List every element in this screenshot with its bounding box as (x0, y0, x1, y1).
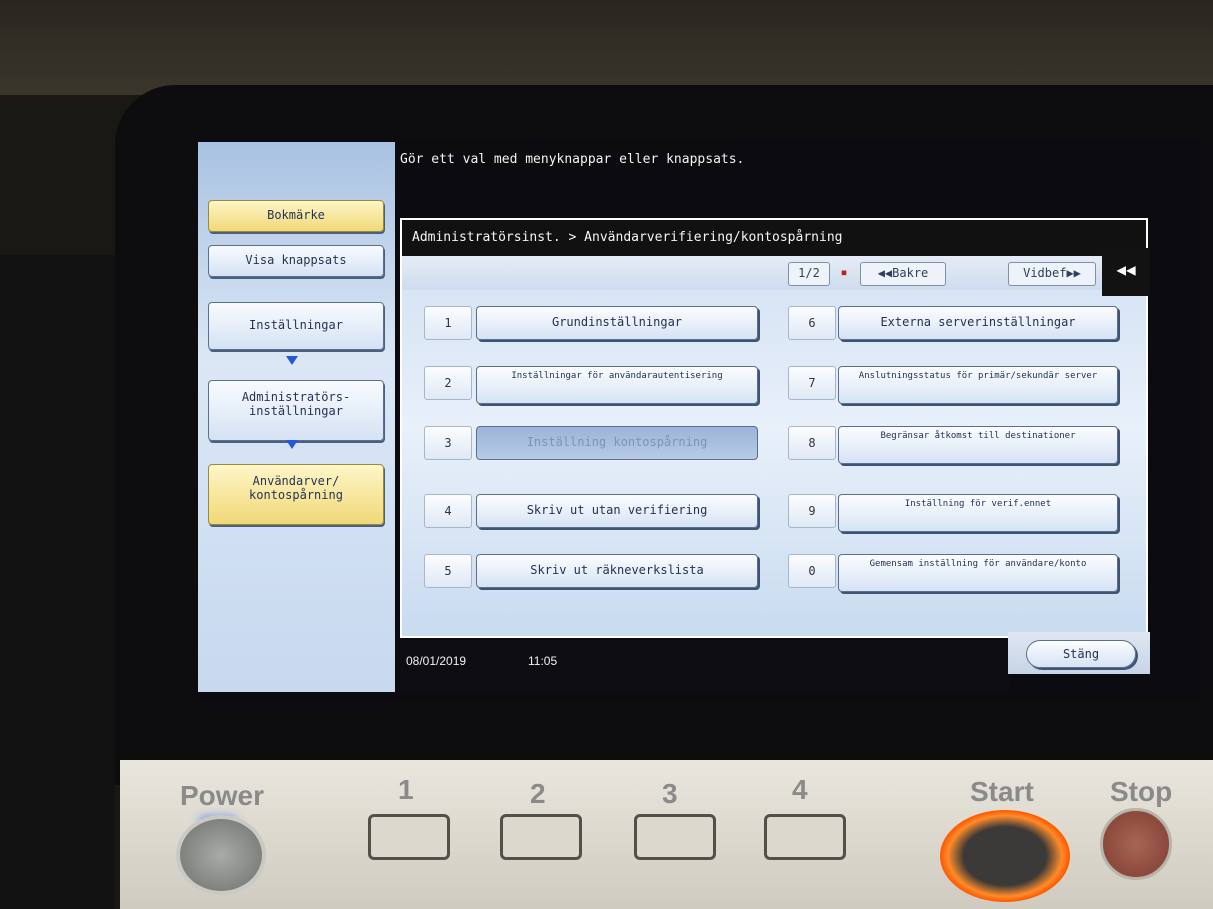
stop-button[interactable] (1100, 808, 1172, 880)
show-keypad-button[interactable]: Visa knappsats (208, 245, 384, 277)
prev-page-button[interactable]: ◀◀Bakre (860, 262, 946, 286)
key-3-label: 3 (662, 778, 678, 809)
arrow-down-icon (286, 356, 298, 365)
user-auth-button[interactable]: Användarver/ kontospårning (208, 464, 384, 525)
menu-basic-settings[interactable]: Grundinställningar (476, 306, 758, 340)
close-area: Stäng (1008, 632, 1150, 674)
menu-user-auth-settings[interactable]: Inställningar för användarautentisering (476, 366, 758, 404)
menu-number: 1 (424, 306, 472, 340)
settings-button[interactable]: Inställningar (208, 302, 384, 350)
sidebar: Bokmärke Visa knappsats Inställningar Ad… (198, 142, 395, 692)
menu-number: 7 (788, 366, 836, 400)
menu-number: 8 (788, 426, 836, 460)
menu-account-track-settings[interactable]: Inställning kontospårning (476, 426, 758, 460)
separator-icon: ▪ (840, 265, 848, 279)
menu-server-connection-status[interactable]: Anslutningsstatus för primär/sekundär se… (838, 366, 1118, 404)
key-1-label: 1 (398, 774, 414, 805)
menu-common-user-account-settings[interactable]: Gemensam inställning för användare/konto (838, 554, 1118, 592)
menu-restrict-destination-access[interactable]: Begränsar åtkomst till destinationer (838, 426, 1118, 464)
menu-number: 9 (788, 494, 836, 528)
menu-number: 0 (788, 554, 836, 588)
key-4-label: 4 (792, 774, 808, 805)
next-page-button[interactable]: Vidbef▶▶ (1008, 262, 1096, 286)
start-button[interactable] (940, 810, 1070, 902)
hardware-key-2[interactable] (500, 814, 582, 860)
power-button[interactable] (176, 815, 266, 895)
main-panel: Administratörsinst. > Användarverifierin… (400, 218, 1148, 638)
menu-number: 2 (424, 366, 472, 400)
instruction-text: Gör ett val med menyknappar eller knapps… (400, 152, 745, 167)
menu-number: 6 (788, 306, 836, 340)
hardware-key-4[interactable] (764, 814, 846, 860)
menu-print-counter-list[interactable]: Skriv ut räkneverkslista (476, 554, 758, 588)
status-bar: 08/01/2019 11:05 (400, 640, 1010, 692)
admin-settings-button[interactable]: Administratörs- inställningar (208, 380, 384, 441)
menu-verification-unit-settings[interactable]: Inställning för verif.ennet (838, 494, 1118, 532)
page-indicator: 1/2 (788, 262, 830, 286)
stop-label: Stop (1110, 776, 1173, 807)
hardware-key-3[interactable] (634, 814, 716, 860)
device-left-edge (0, 255, 115, 909)
status-date: 08/01/2019 (406, 654, 467, 668)
arrow-down-icon (286, 440, 298, 449)
paging-bar: 1/2 ▪ ◀◀Bakre Vidbef▶▶ (402, 256, 1146, 290)
device-top (0, 0, 1213, 95)
status-time: 11:05 (528, 654, 558, 668)
collapse-panel-button[interactable]: ◀◀ (1102, 248, 1150, 296)
hardware-key-1[interactable] (368, 814, 450, 860)
close-button[interactable]: Stäng (1026, 640, 1136, 668)
menu-print-without-auth[interactable]: Skriv ut utan verifiering (476, 494, 758, 528)
menu-number: 3 (424, 426, 472, 460)
menu-number: 5 (424, 554, 472, 588)
breadcrumb: Administratörsinst. > Användarverifierin… (402, 220, 1146, 256)
power-label: Power (180, 780, 265, 811)
start-label: Start (970, 776, 1034, 807)
menu-number: 4 (424, 494, 472, 528)
menu-external-server-settings[interactable]: Externa serverinställningar (838, 306, 1118, 340)
key-2-label: 2 (530, 778, 546, 809)
bookmark-button[interactable]: Bokmärke (208, 200, 384, 232)
